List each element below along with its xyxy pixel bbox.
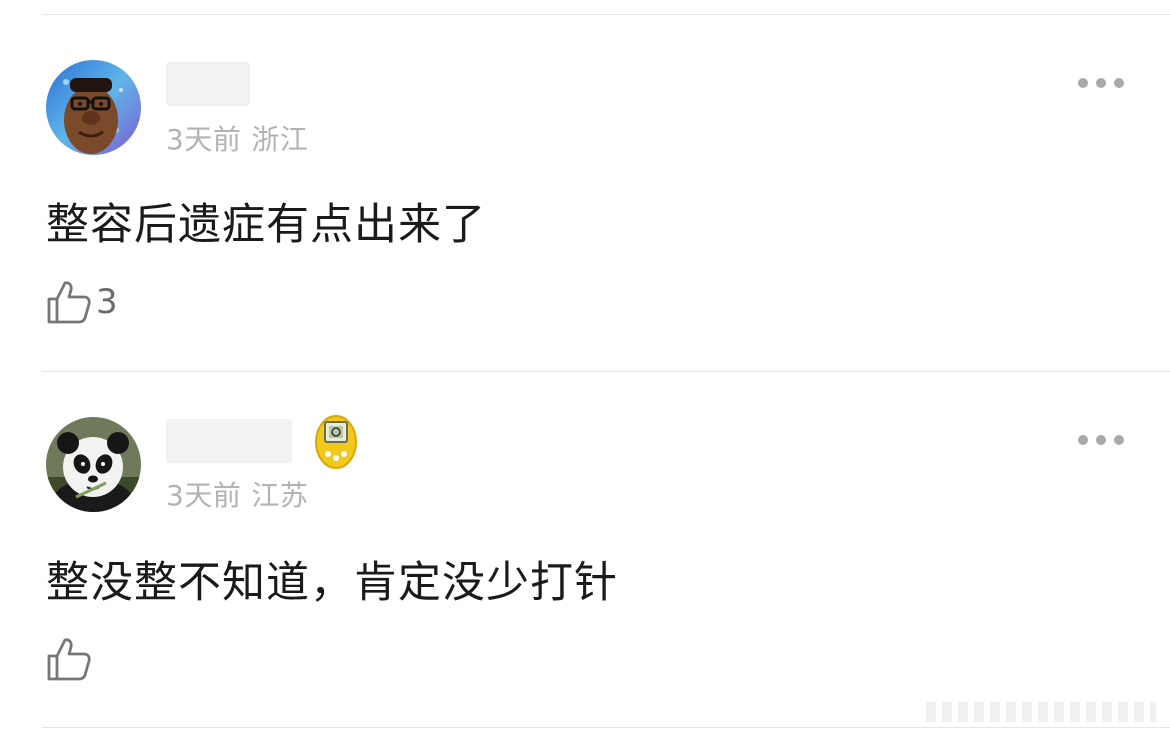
comment-text: 整没整不知道，肯定没少打针 [46,558,618,608]
comment-meta: 3天前 江苏 [166,474,308,514]
username-placeholder[interactable] [166,62,250,106]
comment-list: 3天前 浙江 整容后遗症有点出来了 3 3天前 江苏 整没整不知道，肯定没少打针 [0,0,1170,742]
like-button[interactable]: 3 [46,279,118,325]
comment-divider [42,371,1170,372]
dot [1096,435,1106,445]
comment-location: 江苏 [251,479,309,512]
cartoon-man-avatar-icon [46,60,141,155]
user-avatar[interactable] [46,417,141,512]
tamagotchi-badge-icon [314,410,358,470]
dot [1114,435,1124,445]
top-divider [42,14,1170,15]
dot [1078,435,1088,445]
comment-time: 3天前 [166,479,242,512]
more-options-icon[interactable] [1078,432,1124,448]
username-placeholder[interactable] [166,419,292,463]
user-avatar[interactable] [46,60,141,155]
dot [1078,78,1088,88]
thumbs-up-icon [47,281,91,324]
comment-location: 浙江 [251,123,309,156]
thumbs-up-icon [47,638,91,681]
comment-time: 3天前 [166,123,242,156]
dot [1096,78,1106,88]
more-options-icon[interactable] [1078,75,1124,91]
like-button[interactable] [46,636,96,682]
dot [1114,78,1124,88]
watermark [926,702,1156,722]
comment-text: 整容后遗症有点出来了 [46,200,486,250]
like-count: 3 [96,282,118,322]
comment-meta: 3天前 浙江 [166,118,308,158]
panda-avatar-icon [46,417,141,512]
bottom-divider [42,727,1170,728]
